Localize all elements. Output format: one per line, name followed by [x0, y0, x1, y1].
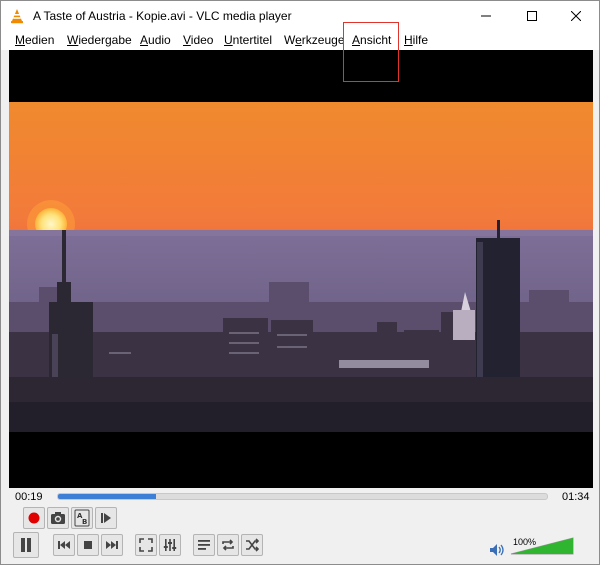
menu-bar: Medien Wiedergabe Audio Video Untertitel…: [1, 31, 599, 50]
menu-video[interactable]: Video: [183, 33, 213, 47]
menu-audio[interactable]: Audio: [140, 33, 171, 47]
ab-label-b: B: [82, 518, 87, 526]
close-icon: [571, 11, 581, 21]
record-icon: [28, 512, 40, 524]
record-button[interactable]: [23, 507, 45, 529]
frame-step-icon: [101, 513, 111, 523]
menu-hilfe[interactable]: Hilfe: [404, 33, 428, 47]
next-button[interactable]: [101, 534, 123, 556]
window-title: A Taste of Austria - Kopie.avi - VLC med…: [33, 9, 292, 23]
vlc-window: A Taste of Austria - Kopie.avi - VLC med…: [0, 0, 600, 565]
menu-werkzeuge[interactable]: Werkzeuge: [284, 33, 345, 47]
extended-settings-icon: [163, 539, 177, 551]
loop-icon: [222, 539, 234, 551]
maximize-button[interactable]: [509, 1, 555, 31]
snapshot-button[interactable]: [47, 507, 69, 529]
title-bar: A Taste of Austria - Kopie.avi - VLC med…: [1, 1, 599, 31]
menu-medien[interactable]: Medien: [15, 33, 54, 47]
seek-slider[interactable]: [57, 493, 548, 500]
volume-slider[interactable]: [509, 536, 577, 556]
playlist-button[interactable]: [193, 534, 215, 556]
speaker-icon[interactable]: [489, 543, 505, 557]
video-output[interactable]: [9, 50, 593, 488]
minimize-icon: [481, 15, 491, 17]
menu-ansicht[interactable]: Ansicht: [352, 33, 391, 47]
close-button[interactable]: [553, 1, 599, 31]
shuffle-button[interactable]: [241, 534, 263, 556]
snapshot-icon: [51, 512, 65, 524]
stop-icon: [84, 541, 92, 549]
maximize-icon: [527, 11, 537, 21]
menu-wiedergabe[interactable]: Wiedergabe: [67, 33, 132, 47]
pause-button[interactable]: [13, 532, 39, 558]
seek-row: 00:19 01:34: [1, 488, 599, 505]
stop-button[interactable]: [77, 534, 99, 556]
shuffle-icon: [246, 538, 259, 552]
extended-settings-button[interactable]: [159, 534, 181, 556]
frame-step-button[interactable]: [95, 507, 117, 529]
total-time: 01:34: [562, 491, 590, 503]
minimize-button[interactable]: [463, 1, 509, 31]
ab-loop-button[interactable]: A B: [71, 507, 93, 529]
loop-button[interactable]: [217, 534, 239, 556]
vlc-cone-icon: [11, 9, 23, 24]
pause-icon: [21, 538, 31, 552]
elapsed-time: 00:19: [15, 491, 43, 503]
playlist-icon: [198, 540, 210, 550]
seek-progress-fill: [58, 494, 156, 499]
next-icon: [106, 541, 118, 549]
previous-button[interactable]: [53, 534, 75, 556]
ab-loop-icon: A B: [74, 509, 90, 527]
menu-untertitel[interactable]: Untertitel: [224, 33, 272, 47]
video-frame-sunset-skyline: [9, 102, 593, 432]
fullscreen-button[interactable]: [135, 534, 157, 556]
fullscreen-icon: [139, 538, 153, 552]
previous-icon: [58, 541, 70, 549]
